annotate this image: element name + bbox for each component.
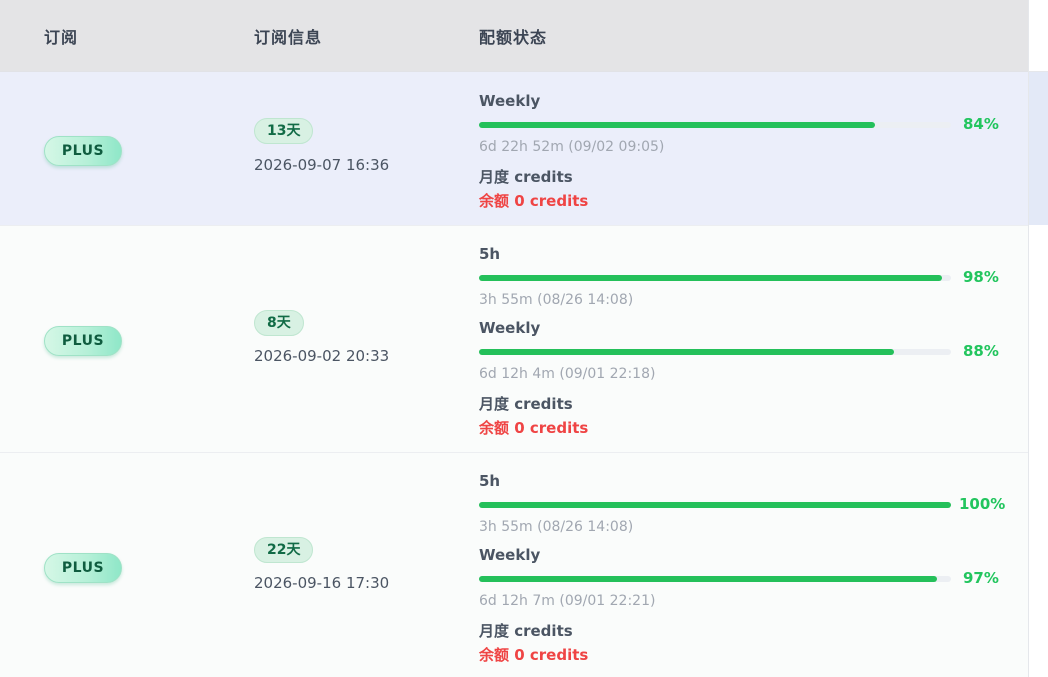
quota-reset-time: 6d 12h 7m (09/01 22:21) — [479, 593, 656, 609]
quota-percent: 84% — [963, 115, 999, 133]
quota-reset-time: 3h 55m (08/26 14:08) — [479, 519, 634, 535]
quota-progress-fill — [479, 502, 951, 508]
plan-badge: PLUS — [44, 136, 122, 166]
days-left-badge: 8天 — [254, 310, 304, 336]
quota-progress-bar — [479, 122, 951, 128]
quota-percent: 100% — [959, 495, 1006, 513]
credits-remaining: 余额 0 credits — [479, 419, 589, 437]
quota-label-weekly: Weekly — [479, 546, 541, 564]
monthly-credits-label: 月度 credits — [479, 622, 573, 640]
quota-progress-fill — [479, 122, 876, 128]
scroll-edge — [1028, 0, 1048, 677]
header-subscription-info[interactable]: 订阅信息 — [254, 24, 322, 48]
quota-progress-fill — [479, 275, 942, 281]
expiry-date: 2026-09-07 16:36 — [254, 156, 390, 174]
quota-label-weekly: Weekly — [479, 92, 541, 110]
scroll-edge-header — [1029, 0, 1048, 72]
quota-label-weekly: Weekly — [479, 319, 541, 337]
quota-progress-bar — [479, 275, 951, 281]
quota-reset-time: 6d 22h 52m (09/02 09:05) — [479, 139, 665, 155]
expiry-date: 2026-09-16 17:30 — [254, 574, 390, 592]
scroll-edge-selected — [1029, 72, 1048, 225]
days-left-badge: 13天 — [254, 118, 314, 144]
monthly-credits-label: 月度 credits — [479, 168, 573, 186]
monthly-credits-label: 月度 credits — [479, 395, 573, 413]
quota-progress-bar — [479, 576, 951, 582]
quota-percent: 98% — [963, 268, 999, 286]
quota-percent: 97% — [963, 569, 999, 587]
credits-remaining: 余额 0 credits — [479, 192, 589, 210]
quota-percent: 88% — [963, 342, 999, 360]
header-subscription[interactable]: 订阅 — [44, 24, 78, 48]
quota-progress-fill — [479, 576, 937, 582]
quota-reset-time: 6d 12h 4m (09/01 22:18) — [479, 366, 656, 382]
days-left-badge: 22天 — [254, 537, 314, 563]
quota-label-5h: 5h — [479, 472, 501, 490]
header-quota-status[interactable]: 配额状态 — [479, 24, 547, 48]
expiry-date: 2026-09-02 20:33 — [254, 347, 390, 365]
plan-badge: PLUS — [44, 553, 122, 583]
quota-reset-time: 3h 55m (08/26 14:08) — [479, 292, 634, 308]
quota-label-5h: 5h — [479, 245, 501, 263]
credits-remaining: 余额 0 credits — [479, 646, 589, 664]
table-row[interactable]: PLUS 22天 2026-09-16 17:30 5h 100% 3h 55m… — [0, 453, 1028, 677]
plan-badge: PLUS — [44, 326, 122, 356]
quota-progress-bar — [479, 502, 951, 508]
quota-progress-bar — [479, 349, 951, 355]
table-row[interactable]: PLUS 8天 2026-09-02 20:33 5h 98% 3h 55m (… — [0, 226, 1028, 453]
table-header: 订阅 订阅信息 配额状态 — [0, 0, 1028, 72]
table-row[interactable]: PLUS 13天 2026-09-07 16:36 Weekly 84% 6d … — [0, 72, 1028, 226]
subscription-table: 订阅 订阅信息 配额状态 PLUS 13天 2026-09-07 16:36 W… — [0, 0, 1028, 677]
quota-progress-fill — [479, 349, 895, 355]
